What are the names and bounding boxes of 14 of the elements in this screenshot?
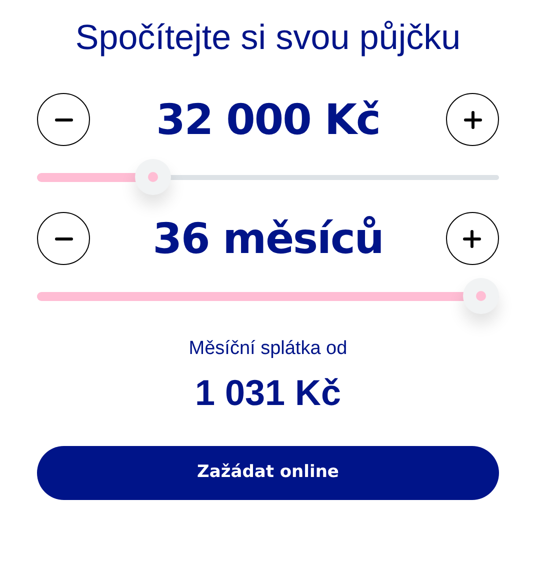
decrease-button[interactable] xyxy=(37,212,90,265)
increase-button[interactable] xyxy=(446,93,499,146)
minus-icon xyxy=(54,236,72,240)
decrease-button[interactable] xyxy=(37,93,90,146)
apply-online-button[interactable]: Zažádat online xyxy=(37,446,499,500)
plus-icon xyxy=(464,110,482,128)
minus-icon xyxy=(54,118,72,122)
calculator-title: Spočítejte si svou půjčku xyxy=(74,18,462,58)
stepper-value: 36 měsíců xyxy=(152,214,384,262)
plus-icon xyxy=(463,230,482,248)
payment-label: Měsíční splátka od xyxy=(188,337,348,361)
payment-amount: 1 031 Kč xyxy=(194,373,342,413)
stepper-value: 32 000 Kč xyxy=(156,96,380,144)
increase-button[interactable] xyxy=(446,212,499,265)
